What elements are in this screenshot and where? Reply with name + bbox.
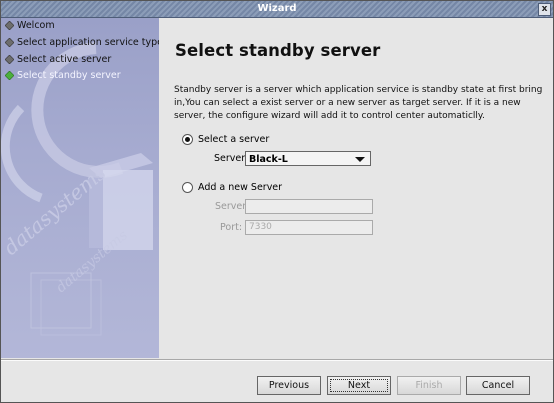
server-select-label: Server: <box>214 153 249 164</box>
step-done-icon <box>5 54 14 64</box>
port-label: Port: <box>220 222 243 233</box>
finish-button[interactable]: Finish <box>397 376 461 395</box>
title-bar[interactable]: Wizard x <box>1 1 553 18</box>
port-input[interactable]: 7330 <box>245 220 373 235</box>
sidebar-step-welcome: Welcom <box>5 19 55 31</box>
cancel-button[interactable]: Cancel <box>466 376 530 395</box>
step-label: Select application service type <box>17 36 159 48</box>
radio-selected-icon[interactable] <box>182 134 193 145</box>
window-title: Wizard <box>257 3 297 14</box>
select-server-option[interactable]: Select a server <box>182 134 269 145</box>
add-new-server-option-label: Add a new Server <box>198 182 283 193</box>
sidebar-step-active-server: Select active server <box>5 53 111 65</box>
step-label: Select active server <box>17 53 112 65</box>
footer-separator <box>1 359 553 361</box>
server-select[interactable]: Black-L <box>245 151 371 166</box>
chevron-down-icon[interactable] <box>355 157 365 162</box>
step-done-icon <box>5 37 14 47</box>
radio-unselected-icon[interactable] <box>182 182 193 193</box>
step-label: Welcom <box>17 19 55 31</box>
step-current-icon <box>5 70 14 80</box>
step-label: Select standby server <box>17 69 121 81</box>
step-done-icon <box>5 20 14 30</box>
page-description: Standby server is a server which applica… <box>174 85 543 121</box>
page-title: Select standby server <box>175 41 381 60</box>
sidebar-step-standby-server: Select standby server <box>5 69 121 81</box>
new-server-input[interactable] <box>245 199 373 214</box>
next-button[interactable]: Next <box>327 376 391 395</box>
select-server-option-label: Select a server <box>198 134 270 145</box>
wizard-sidebar: datasystems datasystems Welcom Select ap… <box>1 18 159 358</box>
sidebar-step-service-type: Select application service type <box>5 36 159 48</box>
wizard-content: Select standby server Standby server is … <box>159 18 553 358</box>
add-new-server-option[interactable]: Add a new Server <box>182 182 282 193</box>
close-button[interactable]: x <box>538 3 551 16</box>
server-select-value: Black-L <box>249 154 288 165</box>
wizard-window: Wizard x datasystems datasystems Welcom … <box>0 0 554 403</box>
previous-button[interactable]: Previous <box>257 376 321 395</box>
